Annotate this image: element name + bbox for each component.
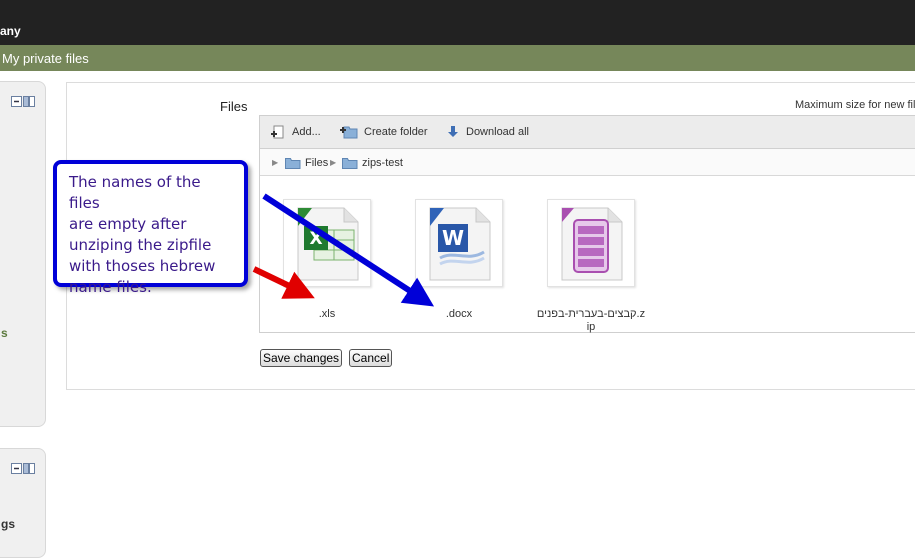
file-name: קבצים-בעברית-בפנים.zip xyxy=(536,308,646,333)
file-thumbnail xyxy=(547,199,635,287)
file-item-zip[interactable]: קבצים-בעברית-בפנים.zip xyxy=(536,199,646,334)
path-label: zips-test xyxy=(362,157,403,169)
cancel-button[interactable]: Cancel xyxy=(349,349,393,367)
folder-path-bar: ▶ Files ▶ zips-test xyxy=(260,149,915,176)
file-item-docx[interactable]: W .docx xyxy=(404,199,514,321)
sidebar-block-1: s xyxy=(0,81,46,427)
dock-block-icon[interactable] xyxy=(11,96,35,108)
max-size-note: Maximum size for new fil xyxy=(795,99,915,111)
path-arrow-icon: ▶ xyxy=(330,158,337,167)
sidebar-link-text[interactable]: s xyxy=(1,326,8,340)
download-icon xyxy=(448,126,458,137)
callout-line: The names of the files xyxy=(69,173,201,212)
download-all-label: Download all xyxy=(466,126,529,138)
callout-line: are empty after xyxy=(69,215,187,233)
svg-text:W: W xyxy=(442,226,464,250)
file-name: .docx xyxy=(445,308,473,320)
file-thumbnail: X xyxy=(283,199,371,287)
annotation-callout: The names of the files are empty after u… xyxy=(53,160,248,296)
sidebar-block-title: gs xyxy=(1,517,16,531)
top-header-bar: any xyxy=(0,0,915,45)
file-name: .xls xyxy=(318,308,336,320)
save-changes-button[interactable]: Save changes xyxy=(260,349,343,367)
svg-text:X: X xyxy=(309,229,322,249)
page-breadcrumb-title[interactable]: My private files xyxy=(2,51,89,66)
path-label: Files xyxy=(305,157,329,169)
download-all-button[interactable]: Download all xyxy=(446,125,529,139)
sidebar-block-2: gs xyxy=(0,448,46,558)
zip-archive-icon xyxy=(561,207,623,281)
navbar: My private files xyxy=(0,45,915,71)
file-item-xls[interactable]: X .xls xyxy=(272,199,382,321)
callout-line: with thoses hebrew xyxy=(69,257,216,275)
callout-line: unziping the zipfile xyxy=(69,236,212,254)
file-thumbnail: W xyxy=(415,199,503,287)
dock-block-icon[interactable] xyxy=(11,463,35,475)
add-file-button[interactable]: Add... xyxy=(270,125,321,139)
file-manager-toolbar: Add... Create folder Download all xyxy=(260,116,915,149)
site-name[interactable]: any xyxy=(0,24,21,38)
create-folder-label: Create folder xyxy=(364,126,428,138)
files-field-label: Files xyxy=(220,99,248,114)
path-item-files[interactable]: Files xyxy=(285,157,328,169)
create-folder-icon xyxy=(340,126,358,139)
excel-file-icon: X xyxy=(297,207,359,281)
path-item-zips-test[interactable]: zips-test xyxy=(342,157,403,169)
folder-icon xyxy=(285,158,301,169)
create-folder-button[interactable]: Create folder xyxy=(340,125,428,139)
path-arrow-icon: ▶ xyxy=(272,158,279,167)
add-file-icon xyxy=(271,125,284,139)
callout-line: name files. xyxy=(69,278,152,296)
word-file-icon: W xyxy=(429,207,491,281)
file-manager: Add... Create folder Download all ▶ File… xyxy=(259,115,915,333)
add-label: Add... xyxy=(292,126,321,138)
folder-icon xyxy=(342,158,358,169)
